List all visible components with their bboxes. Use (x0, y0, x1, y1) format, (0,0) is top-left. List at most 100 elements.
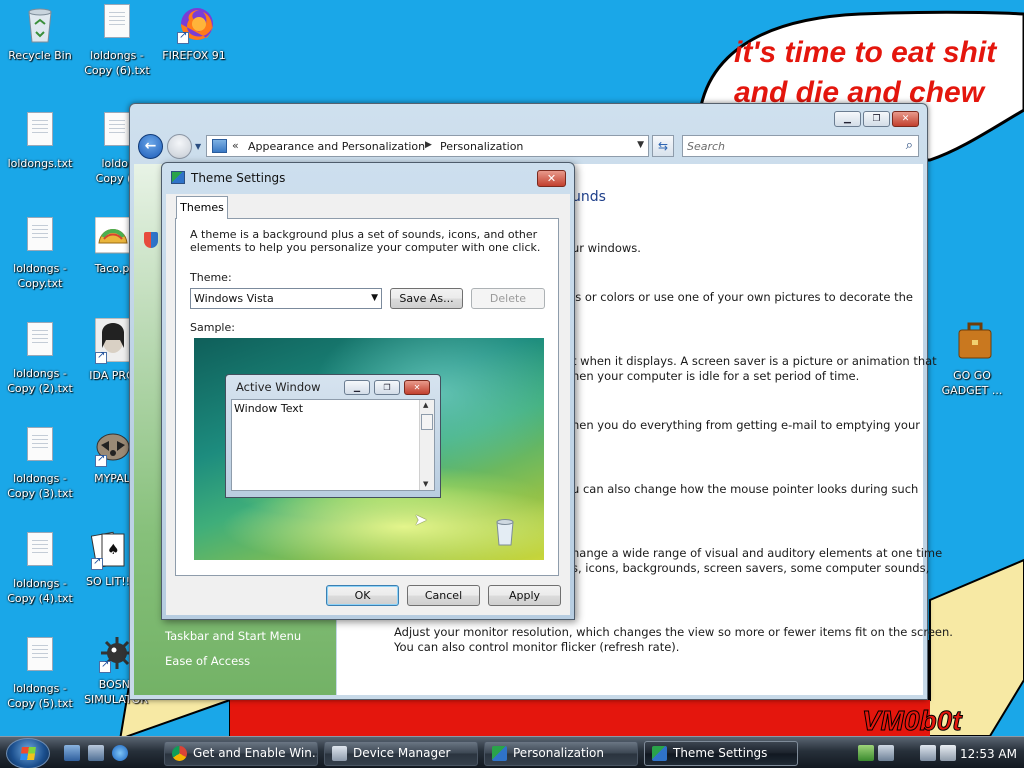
breadcrumb-personalization[interactable]: Personalization (440, 140, 523, 153)
theme-settings-icon (652, 746, 667, 761)
device-manager-icon (332, 746, 347, 761)
save-as-button[interactable]: Save As... (390, 288, 463, 309)
breadcrumb-appearance[interactable]: Appearance and Personalization (248, 140, 425, 153)
task-link-taskbar[interactable]: Taskbar and Start Menu (165, 629, 301, 643)
restore-icon: ❐ (872, 114, 881, 124)
recycle-bin-icon (23, 4, 57, 44)
desktop-icon-loldongs-copy-2[interactable]: loldongs - Copy (2).txt (0, 322, 80, 396)
control-panel-icon (212, 139, 227, 153)
sample-scrollbar: ▲ ▼ (419, 400, 434, 490)
address-bar[interactable]: « Appearance and Personalization ▶ Perso… (206, 135, 649, 157)
sample-active-window: Active Window ▁ ❐ ✕ Window Text ▲ ▼ (225, 374, 441, 498)
volume-muted-icon[interactable] (940, 745, 956, 761)
desktop-icon-label-line2: GADGET ... (941, 384, 1003, 397)
section-description: u can also change how the mouse pointer … (572, 482, 919, 496)
scroll-thumb (421, 414, 433, 430)
internet-explorer-icon[interactable] (112, 745, 128, 761)
maximize-button[interactable]: ❐ (863, 111, 890, 127)
taskbar: Get and Enable Win... Device Manager Per… (0, 736, 1024, 768)
close-button[interactable]: ✕ (892, 111, 919, 127)
mine-icon (99, 633, 133, 673)
theme-settings-dialog: Theme Settings ✕ Themes A theme is a bac… (161, 162, 575, 620)
intro-line-2: elements to help you personalize your co… (190, 241, 541, 254)
section-description: Adjust your monitor resolution, which ch… (394, 625, 953, 639)
show-desktop-icon[interactable] (64, 745, 80, 761)
ok-button[interactable]: OK (326, 585, 399, 606)
chevron-down-icon: ▼ (371, 293, 378, 303)
minimize-icon: ▁ (844, 114, 851, 124)
apply-button[interactable]: Apply (488, 585, 561, 606)
search-icon[interactable]: ⌕ (906, 138, 913, 153)
breadcrumb-overflow-icon[interactable]: « (232, 139, 239, 152)
taco-icon (94, 216, 132, 257)
back-button[interactable]: ← (138, 134, 163, 159)
recent-pages-dropdown[interactable]: ▼ (195, 142, 201, 151)
briefcase-icon (955, 318, 992, 364)
desktop-icon-loldongs-copy-6[interactable]: loldongs - Copy (6).txt (77, 4, 157, 78)
section-description: hen you do everything from getting e-mai… (572, 418, 920, 432)
minimize-button[interactable]: ▁ (834, 111, 861, 127)
desktop-icon-label-line2: Copy (4).txt (7, 592, 73, 605)
desktop-icon-label: loldongs - (90, 49, 144, 62)
taskbar-button-chrome[interactable]: Get and Enable Win... (164, 741, 318, 766)
themes-tab-panel: A theme is a background plus a set of so… (175, 218, 559, 576)
sample-window-title: Active Window (236, 380, 321, 394)
taskbar-button-personalization[interactable]: Personalization (484, 741, 638, 766)
speech-line-1: it's time to eat shit (734, 36, 998, 69)
tray-app-icon[interactable] (858, 745, 874, 761)
dialog-close-button[interactable]: ✕ (537, 170, 566, 187)
taskbar-button-theme-settings[interactable]: Theme Settings (644, 741, 798, 766)
breadcrumb-separator-icon[interactable]: ▶ (425, 140, 432, 150)
delete-button[interactable]: Delete (471, 288, 545, 309)
theme-sample-preview: Active Window ▁ ❐ ✕ Window Text ▲ ▼ ➤ (194, 338, 544, 560)
sample-window-text: Window Text (234, 402, 304, 415)
text-file-icon (23, 112, 57, 152)
desktop-icon-recycle-bin[interactable]: Recycle Bin (0, 4, 80, 63)
sample-restore-icon: ❐ (374, 380, 400, 395)
taskbar-clock[interactable]: 12:53 AM (960, 747, 1017, 761)
intro-line-1: A theme is a background plus a set of so… (190, 228, 538, 241)
task-link-ease-of-access[interactable]: Ease of Access (165, 654, 250, 668)
taskbar-button-label: Personalization (513, 746, 604, 760)
section-description: You can also control monitor flicker (re… (394, 640, 680, 654)
taskbar-button-device-manager[interactable]: Device Manager (324, 741, 478, 766)
theme-settings-icon (171, 171, 185, 184)
text-file-icon (23, 427, 57, 467)
personalization-icon (492, 746, 507, 761)
desktop-icon-loldongs-copy-5[interactable]: loldongs - Copy (5).txt (0, 637, 80, 711)
search-input[interactable] (683, 136, 888, 156)
desktop-icon-firefox[interactable]: FIREFOX 91 (154, 4, 234, 63)
search-box[interactable]: ⌕ (682, 135, 919, 157)
address-dropdown-icon[interactable]: ▼ (637, 140, 644, 150)
text-file-icon (100, 4, 134, 44)
desktop-icon-label: loldongs - (13, 682, 67, 695)
svg-text:♠: ♠ (107, 542, 120, 558)
raccoon-icon (95, 427, 130, 467)
desktop-icon-loldongs-copy[interactable]: loldongs - Copy.txt (0, 217, 80, 291)
desktop-icon-go-go-gadget[interactable]: GO GO GADGET ... (932, 318, 1012, 398)
theme-select[interactable]: Windows Vista ▼ (190, 288, 382, 309)
desktop-icon-loldongs-copy-3[interactable]: loldongs - Copy (3).txt (0, 427, 80, 501)
theme-select-value: Windows Vista (194, 292, 274, 305)
theme-label: Theme: (190, 271, 232, 284)
section-heading[interactable]: unds (572, 189, 606, 205)
wallpaper-signature: VM0b0t (862, 705, 963, 736)
scroll-down-icon: ▼ (423, 480, 429, 488)
firefox-icon (177, 4, 213, 44)
refresh-button[interactable]: ⇆ (652, 135, 674, 157)
network-icon[interactable] (920, 745, 936, 761)
switch-windows-icon[interactable] (88, 745, 104, 761)
sample-recycle-bin-icon (496, 519, 514, 546)
desktop-icon-label-line2: Copy (6).txt (84, 64, 150, 77)
start-button[interactable] (6, 738, 50, 768)
tab-themes[interactable]: Themes (176, 196, 228, 219)
desktop-icon-label: Recycle Bin (8, 49, 72, 62)
desktop-icon-loldongs[interactable]: loldongs.txt (0, 112, 80, 171)
section-description: ls or colors or use one of your own pict… (572, 290, 913, 304)
desktop-icon-label-line2: Copy.txt (17, 277, 63, 290)
desktop-icon-label-line2: Copy (3).txt (7, 487, 73, 500)
cancel-button[interactable]: Cancel (407, 585, 480, 606)
desktop-icon-label: loldongs - (13, 367, 67, 380)
forward-button[interactable] (167, 134, 192, 159)
tray-devices-icon[interactable] (878, 745, 894, 761)
